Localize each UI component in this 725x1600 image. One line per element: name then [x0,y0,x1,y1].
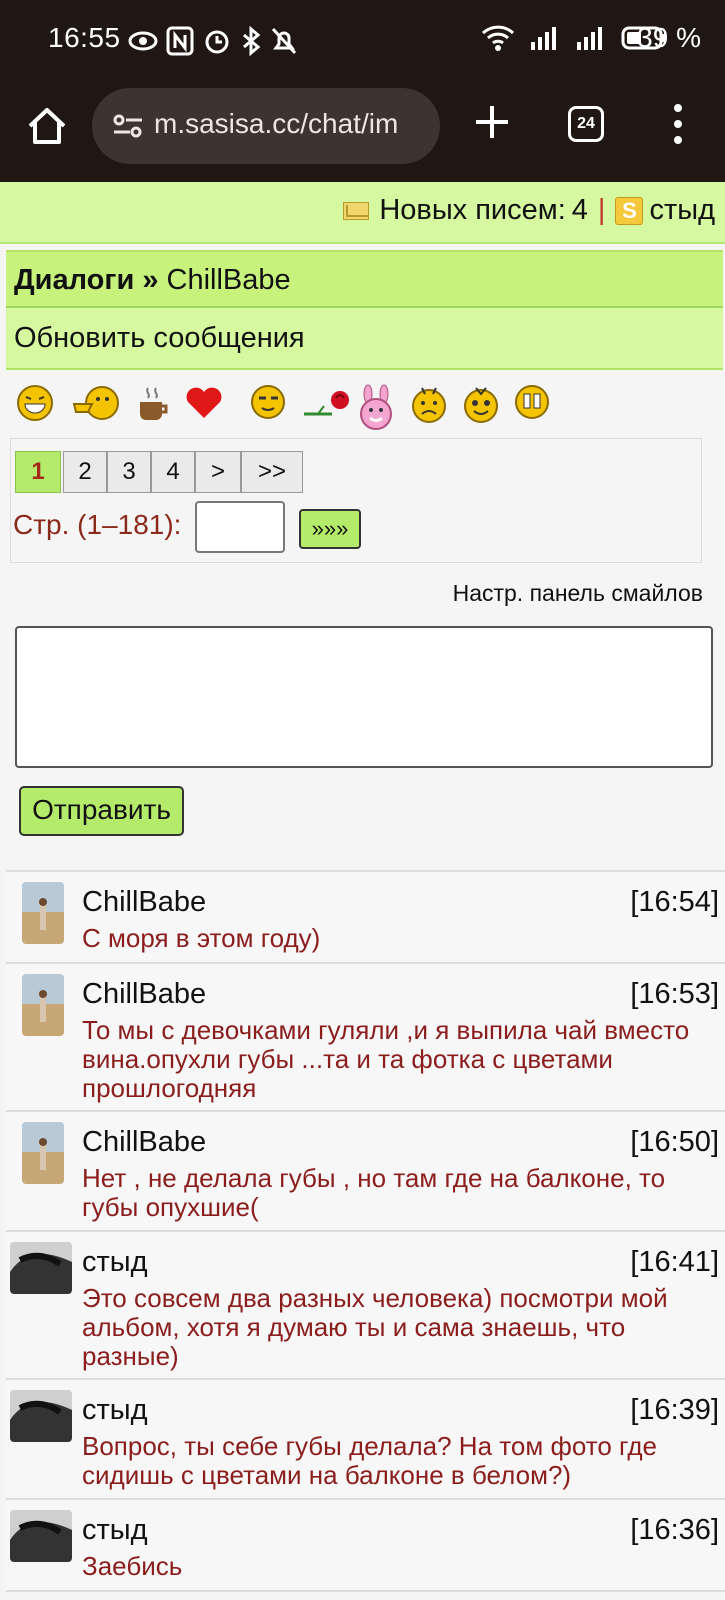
new-letters-label[interactable]: Новых писем: [379,194,565,227]
message-time: [16:39] [630,1394,719,1426]
smile-panel-settings-link[interactable]: Настр. панель смайлов [453,580,703,607]
message-item: стыд [16:41] Это совсем два разных челов… [6,1232,725,1380]
message-item: ChillBabe [16:54] С моря в этом году) [6,872,725,964]
smiles-bar [6,370,723,436]
tab-switcher-button[interactable]: 24 [568,106,604,142]
avatar[interactable] [10,1510,72,1562]
new-tab-icon[interactable] [472,102,512,142]
message-text: Вопрос, ты себе губы делала? На том фото… [82,1431,657,1490]
more-menu-icon[interactable] [668,102,688,146]
home-icon[interactable] [25,104,69,148]
message-item: ChillBabe [16:50] Нет , не делала губы ,… [6,1112,725,1232]
avatar[interactable] [10,1390,72,1442]
separator: | [597,194,606,226]
browser-toolbar: m.sasisa.cc/chat/im 24 [0,82,725,182]
page-1-button[interactable]: 1 [15,451,61,493]
breadcrumb: Диалоги » ChillBabe [6,250,723,308]
bluetooth-icon [243,26,261,56]
message-item: ChillBabe [16:53] То мы с девочками гуля… [6,964,725,1112]
battery-percent: 39 % [637,22,701,53]
bell-muted-icon [271,27,297,55]
laugh-smile-icon[interactable] [16,384,54,422]
avatar[interactable] [10,1242,72,1294]
send-button[interactable]: Отправить [19,786,184,836]
message-author[interactable]: стыд [82,1514,148,1547]
last-page-button[interactable]: >> [241,451,303,493]
eye-icon [128,31,158,51]
message-time: [16:36] [630,1514,719,1546]
message-text: Заебись [82,1551,183,1581]
message-text: То мы с девочками гуляли ,и я выпила чай… [82,1015,690,1103]
username-link[interactable]: стыд [649,194,715,227]
message-author[interactable]: ChillBabe [82,978,206,1011]
alarm-icon [205,30,229,54]
thumbs-up-smile-icon[interactable] [72,384,120,422]
wink-smile-icon[interactable] [250,384,286,420]
message-time: [16:50] [630,1126,719,1158]
status-icons-left [128,26,298,56]
page-3-button[interactable]: 3 [107,451,151,493]
pager: 1 2 3 4 > >> Стр. (1–181): »»» [10,438,702,563]
sad-smile-icon[interactable] [410,384,448,424]
message-item: стыд [16:39] Вопрос, ты себе губы делала… [6,1380,725,1500]
new-letters-count[interactable]: 4 [572,194,588,227]
url-text[interactable]: m.sasisa.cc/chat/im [154,108,398,140]
message-text: Нет , не делала губы , но там где на бал… [82,1163,666,1222]
rose-smile-icon[interactable] [302,384,352,420]
message-text: С моря в этом году) [82,923,321,953]
message-item: стыд [16:36] Заебись [6,1500,725,1592]
avatar[interactable] [22,974,64,1036]
message-textarea[interactable] [15,626,713,768]
avatar[interactable] [22,882,64,944]
coffee-smile-icon[interactable] [136,384,170,422]
page-number-input[interactable] [195,501,285,553]
message-author[interactable]: ChillBabe [82,886,206,919]
message-author[interactable]: ChillBabe [82,1126,206,1159]
page-range-label: Стр. (1–181): [13,509,182,540]
go-to-page-button[interactable]: »»» [299,509,361,549]
avatar[interactable] [22,1122,64,1184]
surprised-smile-icon[interactable] [462,384,500,424]
page-2-button[interactable]: 2 [63,451,107,493]
bunny-smile-icon[interactable] [358,384,394,432]
wifi-icon [481,25,515,51]
signal-icon [531,27,556,50]
breadcrumb-current: ChillBabe [166,264,291,296]
worried-smile-icon[interactable] [514,384,550,420]
message-list: ChillBabe [16:54] С моря в этом году) Ch… [6,870,725,1592]
message-text: Это совсем два разных человека) посмотри… [82,1283,668,1371]
signal-icon-2 [577,27,602,50]
breadcrumb-dialogs-link[interactable]: Диалоги » [14,264,158,296]
message-author[interactable]: стыд [82,1246,148,1279]
heart-smile-icon[interactable] [184,384,224,420]
page-4-button[interactable]: 4 [151,451,195,493]
site-settings-icon[interactable] [112,112,144,140]
main-content: Диалоги » ChillBabe Обновить сообщения [6,250,723,436]
next-page-button[interactable]: > [195,451,241,493]
message-time: [16:54] [630,886,719,918]
message-author[interactable]: стыд [82,1394,148,1427]
s-badge-icon[interactable]: S [615,196,644,225]
envelope-icon[interactable] [343,201,370,220]
message-time: [16:41] [630,1246,719,1278]
refresh-messages-link[interactable]: Обновить сообщения [6,308,723,370]
nfc-icon [166,26,194,56]
notification-strip: Новых писем: 4 | S стыд [0,182,725,244]
clock: 16:55 [48,22,121,53]
address-bar[interactable]: m.sasisa.cc/chat/im [92,88,440,164]
status-bar: 16:55 39 % [0,0,725,82]
message-time: [16:53] [630,978,719,1010]
